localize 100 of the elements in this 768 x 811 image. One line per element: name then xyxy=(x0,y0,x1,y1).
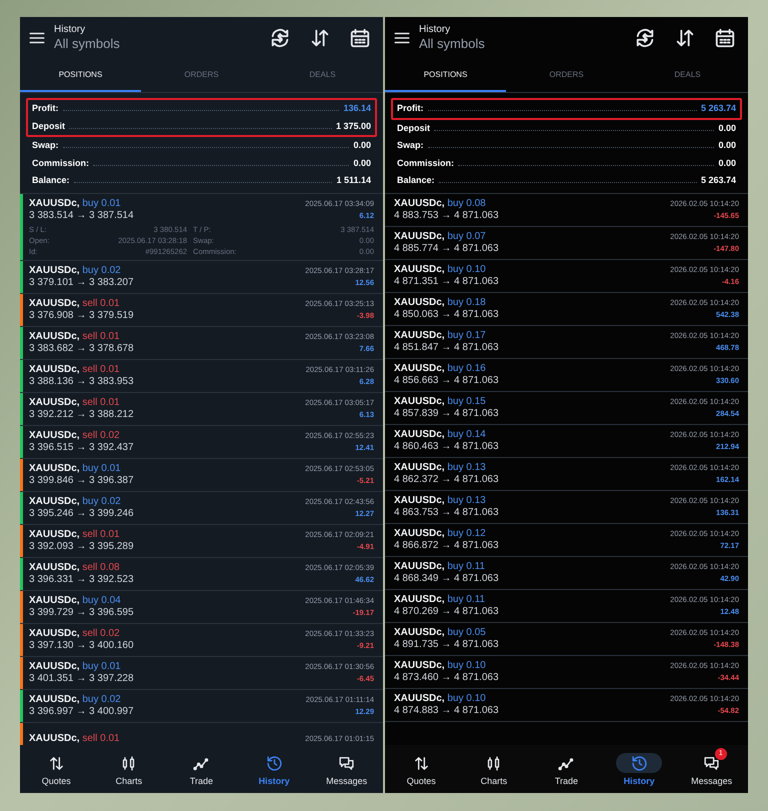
nav-tab[interactable]: Trade xyxy=(530,747,603,791)
history-clock-icon[interactable] xyxy=(266,754,283,772)
price-range: 4 883.753 → 4 871.063 xyxy=(394,210,499,222)
up-down-arrows-icon[interactable] xyxy=(412,754,430,772)
symbol-filter[interactable]: All symbols xyxy=(54,36,120,52)
price-range: 4 862.372 → 4 871.063 xyxy=(394,474,499,486)
price-range: 4 891.735 → 4 871.063 xyxy=(394,639,499,651)
trade-title: XAUUSDc, sell 0.02 xyxy=(29,627,120,640)
chat-bubbles-icon[interactable] xyxy=(338,754,356,772)
price-range: 3 383.682 → 3 378.678 xyxy=(29,343,134,355)
trade-title: XAUUSDc, sell 0.02 xyxy=(29,429,120,442)
symbol-filter[interactable]: All symbols xyxy=(419,36,485,52)
price-range: 4 857.839 → 4 871.063 xyxy=(394,408,499,420)
price-range: 4 885.774 → 4 871.063 xyxy=(394,243,499,255)
screen-title: History xyxy=(54,24,86,36)
price-range: 4 866.872 → 4 871.063 xyxy=(394,540,499,552)
trade-title: XAUUSDc, sell 0.01 xyxy=(29,732,120,745)
trade-title: XAUUSDc, sell 0.08 xyxy=(29,561,120,574)
summary-value: 5 263.74 xyxy=(700,174,736,187)
nav-tab[interactable]: Quotes xyxy=(20,747,93,791)
price-range: 4 874.883 → 4 871.063 xyxy=(394,705,499,717)
price-range: 3 379.101 → 3 383.207 xyxy=(29,277,134,289)
currency-cycle-icon[interactable] xyxy=(269,27,291,49)
trade-title: XAUUSDc, buy 0.01 xyxy=(29,462,121,475)
trade-title: XAUUSDc, buy 0.10 xyxy=(394,692,486,705)
trade-title: XAUUSDc, sell 0.01 xyxy=(29,297,120,310)
summary-value: 0.00 xyxy=(718,139,736,152)
trade-title: XAUUSDc, buy 0.10 xyxy=(394,263,486,276)
nav-tab[interactable]: History xyxy=(238,747,310,791)
summary-value: 0.00 xyxy=(353,156,371,170)
tab[interactable]: DEALS xyxy=(262,59,383,92)
price-range: 4 850.063 → 4 871.063 xyxy=(394,309,499,321)
trade-title: XAUUSDc, buy 0.17 xyxy=(394,329,486,342)
summary-value: 5 263.74 xyxy=(700,102,736,115)
price-range: 4 868.349 → 4 871.063 xyxy=(394,573,499,585)
price-range: 3 401.351 → 3 397.228 xyxy=(29,673,134,685)
price-range: 3 395.246 → 3 399.246 xyxy=(29,508,134,520)
sort-arrows-icon[interactable] xyxy=(674,27,696,49)
summary-value: 136.14 xyxy=(343,102,371,115)
price-range: 3 399.729 → 3 396.595 xyxy=(29,607,134,619)
trade-title: XAUUSDc, buy 0.02 xyxy=(29,693,121,706)
summary-label: Deposit xyxy=(397,122,430,135)
history-clock-icon[interactable] xyxy=(630,754,648,772)
nav-tab[interactable]: Quotes xyxy=(385,747,458,791)
summary-label: Deposit xyxy=(32,120,66,133)
summary-label: Profit: xyxy=(397,102,424,115)
trade-title: XAUUSDc, buy 0.13 xyxy=(394,461,486,474)
price-range: 4 873.460 → 4 871.063 xyxy=(394,672,499,684)
trade-title: XAUUSDc, buy 0.18 xyxy=(394,296,486,309)
summary-value: 0.00 xyxy=(718,156,736,170)
sort-arrows-icon[interactable] xyxy=(309,27,331,49)
trade-title: XAUUSDc, buy 0.15 xyxy=(394,395,486,408)
tab[interactable]: ORDERS xyxy=(141,59,262,92)
currency-cycle-icon[interactable] xyxy=(634,27,656,49)
price-range: 3 396.331 → 3 392.523 xyxy=(29,574,134,586)
trade-title: XAUUSDc, buy 0.08 xyxy=(394,197,486,210)
trade-title: XAUUSDc, buy 0.14 xyxy=(394,428,486,441)
trade-title: XAUUSDc, buy 0.04 xyxy=(29,594,121,607)
trade-title: XAUUSDc, buy 0.13 xyxy=(394,494,486,507)
trade-title: XAUUSDc, buy 0.05 xyxy=(394,626,486,639)
summary-label: Profit: xyxy=(32,102,58,115)
nav-tab[interactable]: Charts xyxy=(458,747,530,791)
nav-tab[interactable]: History xyxy=(602,747,676,791)
calendar-icon[interactable] xyxy=(349,27,371,49)
trade-title: XAUUSDc, buy 0.10 xyxy=(394,659,486,672)
trade-title: XAUUSDc, sell 0.01 xyxy=(29,330,120,343)
price-range: 3 397.130 → 3 400.160 xyxy=(29,640,134,652)
trade-title: XAUUSDc, buy 0.11 xyxy=(394,593,485,606)
trade-title: XAUUSDc, sell 0.01 xyxy=(29,528,120,541)
trade-title: XAUUSDc, buy 0.12 xyxy=(394,527,486,540)
price-range: 3 376.908 → 3 379.519 xyxy=(29,310,134,322)
summary-label: Swap: xyxy=(397,139,424,152)
summary-value: 1 511.14 xyxy=(336,174,371,187)
price-range: 4 863.753 → 4 871.063 xyxy=(394,507,499,519)
screen-title: History xyxy=(419,24,452,36)
nav-tab[interactable]: Messages xyxy=(310,747,383,791)
trade-title: XAUUSDc, buy 0.02 xyxy=(29,495,121,508)
price-range: 3 392.093 → 3 395.289 xyxy=(29,541,134,553)
trade-title: XAUUSDc, buy 0.01 xyxy=(29,196,121,210)
chat-bubbles-icon[interactable] xyxy=(703,754,720,772)
price-range: 3 392.212 → 3 388.212 xyxy=(29,409,134,421)
tab[interactable]: ORDERS xyxy=(506,59,627,92)
tab[interactable]: POSITIONS xyxy=(20,59,141,92)
price-range: 3 388.136 → 3 383.953 xyxy=(29,376,134,388)
summary-value: 0.00 xyxy=(718,122,736,134)
calendar-icon[interactable] xyxy=(714,27,736,49)
trade-title: XAUUSDc, buy 0.01 xyxy=(29,660,121,673)
price-range: 4 851.847 → 4 871.063 xyxy=(394,342,499,354)
summary-value: 1 375.00 xyxy=(336,120,371,132)
summary-value: 0.00 xyxy=(353,139,371,152)
summary-label: Balance: xyxy=(32,174,70,187)
tab[interactable]: POSITIONS xyxy=(385,59,506,92)
price-range: 3 396.515 → 3 392.437 xyxy=(29,442,134,454)
price-range: 4 870.269 → 4 871.063 xyxy=(394,606,499,618)
trade-title: XAUUSDc, sell 0.01 xyxy=(29,363,120,376)
nav-tab[interactable]: Charts xyxy=(92,747,166,791)
price-range: 4 856.663 → 4 871.063 xyxy=(394,375,499,387)
up-down-arrows-icon[interactable] xyxy=(48,754,65,772)
tab[interactable]: DEALS xyxy=(627,59,748,92)
nav-tab[interactable]: Trade xyxy=(165,747,238,791)
